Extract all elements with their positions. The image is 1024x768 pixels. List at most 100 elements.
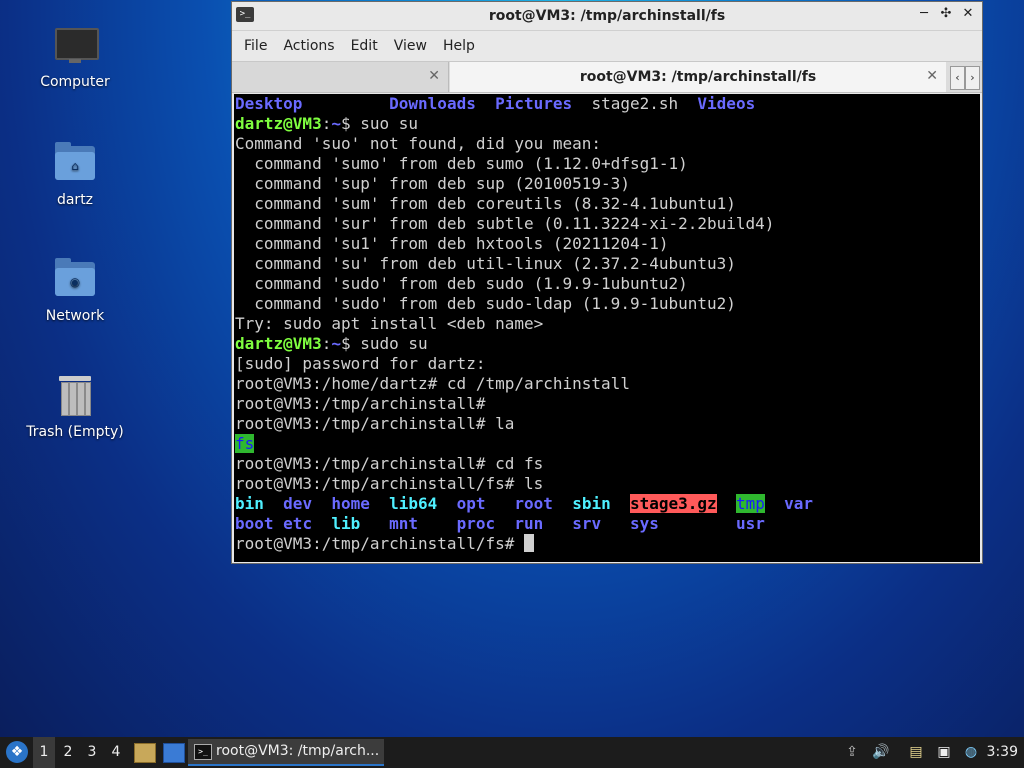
terminal-line: fs xyxy=(234,434,980,454)
taskbar-task-terminal[interactable]: >_ root@VM3: /tmp/arch... xyxy=(188,739,384,766)
terminal-line: command 'sup' from deb sup (20100519-3) xyxy=(234,174,980,194)
file-manager-icon[interactable] xyxy=(134,743,156,763)
terminal-text: Videos xyxy=(697,94,756,113)
window-titlebar[interactable]: >_ root@VM3: /tmp/archinstall/fs ─ ✣ ✕ xyxy=(232,2,982,31)
home-folder-icon: ⌂ xyxy=(51,140,99,188)
terminal-text: [sudo] password for dartz: xyxy=(235,354,486,373)
taskbar: ❖ 1 2 3 4 >_ root@VM3: /tmp/arch... ⇪ 🔊 … xyxy=(0,737,1024,768)
terminal-text: stage2.sh xyxy=(572,94,698,113)
terminal-text: command 'sum' from deb coreutils (8.32-4… xyxy=(235,194,736,213)
menu-file[interactable]: File xyxy=(236,38,275,54)
terminal-icon: >_ xyxy=(194,744,212,760)
tab-background[interactable]: ✕ xyxy=(232,62,449,92)
terminal-line: Try: sudo apt install <deb name> xyxy=(234,314,980,334)
update-icon[interactable]: ◍ xyxy=(961,742,981,762)
terminal-text: bin xyxy=(235,494,264,513)
network-folder-icon: ◉ xyxy=(51,256,99,304)
terminal-output[interactable]: Desktop Downloads Pictures stage2.sh Vid… xyxy=(234,94,980,562)
clock: 3:39 xyxy=(986,744,1018,760)
tab-bar: ✕ root@VM3: /tmp/archinstall/fs ✕ ‹ › xyxy=(232,61,982,93)
terminal-line: dartz@VM3:~$ suo su xyxy=(234,114,980,134)
restore-button[interactable]: ✣ xyxy=(938,6,954,21)
terminal-text: dartz@VM3 xyxy=(235,334,322,353)
terminal-text: Downloads xyxy=(389,94,476,113)
terminal-line: root@VM3:/tmp/archinstall# xyxy=(234,394,980,414)
terminal-line: dartz@VM3:~$ sudo su xyxy=(234,334,980,354)
terminal-text: Desktop xyxy=(235,94,303,113)
terminal-window[interactable]: >_ root@VM3: /tmp/archinstall/fs ─ ✣ ✕ F… xyxy=(231,1,983,564)
terminal-text: opt xyxy=(456,494,486,513)
trash-icon xyxy=(51,372,99,420)
terminal-text: command 'su' from deb util-linux (2.37.2… xyxy=(235,254,736,273)
menu-edit[interactable]: Edit xyxy=(343,38,386,54)
terminal-line: command 'su' from deb util-linux (2.37.2… xyxy=(234,254,980,274)
terminal-text: root@VM3:/tmp/archinstall# xyxy=(235,394,486,413)
terminal-text: root@VM3:/tmp/archinstall# cd fs xyxy=(235,454,544,473)
network-icon[interactable]: ▣ xyxy=(934,742,954,762)
terminal-text: Try: sudo apt install <deb name> xyxy=(235,314,544,333)
terminal-text: command 'sudo' from deb sudo-ldap (1.9.9… xyxy=(235,294,736,313)
workspace-4[interactable]: 4 xyxy=(105,737,127,768)
show-desktop-icon[interactable] xyxy=(163,743,185,763)
workspace-2[interactable]: 2 xyxy=(57,737,79,768)
menu-help[interactable]: Help xyxy=(435,38,483,54)
desktop-icon-home-folder[interactable]: ⌂ dartz xyxy=(20,140,130,208)
terminal-text: lib64 xyxy=(389,494,438,513)
tab-label: root@VM3: /tmp/archinstall/fs xyxy=(579,69,817,85)
terminal-text: var xyxy=(784,494,814,513)
desktop-icon-label: Trash (Empty) xyxy=(26,424,124,440)
terminal-text: boot xyxy=(235,514,274,533)
terminal-text: srv xyxy=(572,514,602,533)
tab-prev-button[interactable]: ‹ xyxy=(950,66,965,90)
terminal-line: root@VM3:/tmp/archinstall# cd fs xyxy=(234,454,980,474)
tab-close-icon[interactable]: ✕ xyxy=(428,68,440,84)
minimize-button[interactable]: ─ xyxy=(916,6,932,21)
desktop-icon-trash[interactable]: Trash (Empty) xyxy=(20,372,130,440)
terminal-text: mnt xyxy=(389,514,419,533)
close-button[interactable]: ✕ xyxy=(960,6,976,21)
tab-active[interactable]: root@VM3: /tmp/archinstall/fs ✕ xyxy=(450,62,946,92)
clipboard-icon[interactable]: ▤ xyxy=(906,742,926,762)
terminal-line: bin dev home lib64 opt root sbin stage3.… xyxy=(234,494,980,514)
desktop-icon-network[interactable]: ◉ Network xyxy=(20,256,130,324)
terminal-text: run xyxy=(514,514,544,533)
menu-view[interactable]: View xyxy=(386,38,435,54)
volume-icon[interactable]: 🔊 xyxy=(871,742,891,762)
terminal-line: root@VM3:/tmp/archinstall/fs# ls xyxy=(234,474,980,494)
terminal-line: command 'sumo' from deb sumo (1.12.0+dfs… xyxy=(234,154,980,174)
tab-close-icon[interactable]: ✕ xyxy=(926,68,938,84)
terminal-line: boot etc lib mnt proc run srv sys usr xyxy=(234,514,980,534)
terminal-text: root xyxy=(514,494,553,513)
desktop-icon-label: Network xyxy=(45,308,105,324)
terminal-cursor xyxy=(523,534,534,552)
terminal-text: command 'sumo' from deb sumo (1.12.0+dfs… xyxy=(235,154,688,173)
desktop-icon-computer[interactable]: Computer xyxy=(20,22,130,90)
tab-next-button[interactable]: › xyxy=(965,66,980,90)
app-menu-icon[interactable]: ❖ xyxy=(6,741,28,763)
terminal-line: command 'sur' from deb subtle (0.11.3224… xyxy=(234,214,980,234)
terminal-line: command 'su1' from deb hxtools (20211204… xyxy=(234,234,980,254)
terminal-text: ~ xyxy=(331,114,341,133)
terminal-line: root@VM3:/home/dartz# cd /tmp/archinstal… xyxy=(234,374,980,394)
terminal-icon: >_ xyxy=(236,7,254,22)
workspace-1[interactable]: 1 xyxy=(33,737,55,768)
upload-icon[interactable]: ⇪ xyxy=(843,742,861,762)
terminal-text: lib xyxy=(331,514,361,533)
workspace-3[interactable]: 3 xyxy=(81,737,103,768)
window-title: root@VM3: /tmp/archinstall/fs xyxy=(488,8,726,24)
menu-actions[interactable]: Actions xyxy=(275,38,342,54)
terminal-text: fs xyxy=(235,434,255,453)
terminal-text: command 'sup' from deb sup (20100519-3) xyxy=(235,174,630,193)
